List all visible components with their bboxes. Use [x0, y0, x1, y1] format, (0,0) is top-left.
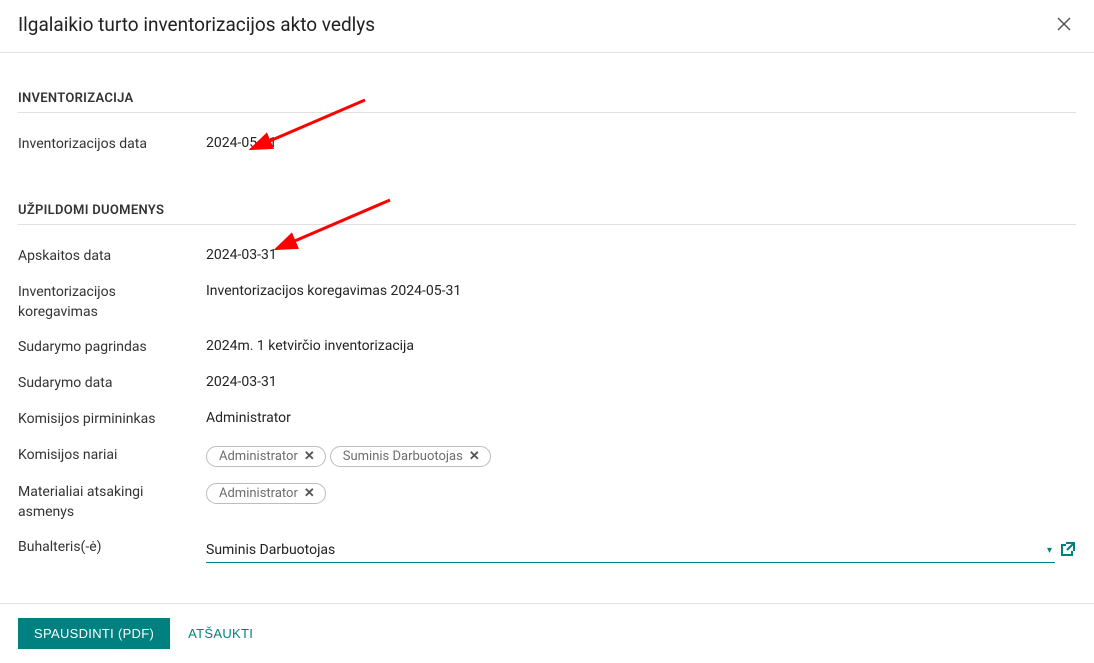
dialog-content: INVENTORIZACIJA Inventorizacijos data 20… [0, 53, 1094, 571]
label-accounting-date: Apskaitos data [18, 247, 206, 267]
tag-item[interactable]: Administrator ✕ [206, 483, 326, 504]
accountant-input[interactable]: Suminis Darbuotojas [206, 538, 1055, 563]
tag-item[interactable]: Administrator ✕ [206, 446, 326, 467]
row-responsible: Materialiai atsakingi asmenys Administra… [18, 475, 1076, 530]
tag-label: Administrator [219, 486, 298, 501]
label-basis: Sudarymo pagrindas [18, 338, 206, 358]
value-chair: Administrator [206, 410, 1076, 426]
dialog-footer: SPAUSDINTI (PDF) ATŠAUKTI [0, 603, 1094, 663]
value-creation-date: 2024-03-31 [206, 374, 1076, 390]
open-external-icon[interactable] [1060, 541, 1076, 561]
row-basis: Sudarymo pagrindas 2024m. 1 ketvirčio in… [18, 330, 1076, 366]
row-accounting-date: Apskaitos data 2024-03-31 [18, 239, 1076, 275]
tag-label: Suminis Darbuotojas [343, 449, 463, 464]
print-pdf-button[interactable]: SPAUSDINTI (PDF) [18, 618, 170, 649]
label-members: Komisijos nariai [18, 446, 206, 466]
label-responsible: Materialiai atsakingi asmenys [18, 483, 206, 522]
value-basis: 2024m. 1 ketvirčio inventorizacija [206, 338, 1076, 354]
section-heading-inventory: INVENTORIZACIJA [18, 53, 1076, 113]
row-accountant: Buhalteris(-ė) Suminis Darbuotojas ▾ [18, 530, 1076, 571]
value-correction: Inventorizacijos koregavimas 2024-05-31 [206, 283, 1076, 299]
label-inventory-date: Inventorizacijos data [18, 135, 206, 155]
tag-item[interactable]: Suminis Darbuotojas ✕ [330, 446, 491, 467]
row-correction: Inventorizacijos koregavimas Inventoriza… [18, 275, 1076, 330]
label-chair: Komisijos pirmininkas [18, 410, 206, 430]
cancel-button[interactable]: ATŠAUKTI [188, 626, 253, 641]
tag-label: Administrator [219, 449, 298, 464]
value-responsible[interactable]: Administrator ✕ [206, 483, 1076, 504]
row-chair: Komisijos pirmininkas Administrator [18, 402, 1076, 438]
dialog-header: Ilgalaikio turto inventorizacijos akto v… [0, 0, 1094, 53]
row-members: Komisijos nariai Administrator✕Suminis D… [18, 438, 1076, 475]
close-button[interactable] [1052, 12, 1076, 36]
value-members[interactable]: Administrator ✕ Suminis Darbuotojas ✕ [206, 446, 1076, 467]
tag-remove-icon[interactable]: ✕ [469, 449, 480, 464]
row-creation-date: Sudarymo data 2024-03-31 [18, 366, 1076, 402]
section-heading-filled: UŽPILDOMI DUOMENYS [18, 163, 1076, 225]
label-creation-date: Sudarymo data [18, 374, 206, 394]
value-inventory-date: 2024-05-31 [206, 135, 1076, 151]
accountant-lookup[interactable]: Suminis Darbuotojas ▾ [206, 538, 1076, 563]
close-icon [1056, 16, 1072, 32]
label-accountant: Buhalteris(-ė) [18, 538, 206, 558]
tag-remove-icon[interactable]: ✕ [304, 449, 315, 464]
tag-remove-icon[interactable]: ✕ [304, 486, 315, 501]
value-accounting-date: 2024-03-31 [206, 247, 1076, 263]
dialog-title: Ilgalaikio turto inventorizacijos akto v… [18, 13, 375, 36]
row-inventory-date: Inventorizacijos data 2024-05-31 [18, 127, 1076, 163]
label-correction: Inventorizacijos koregavimas [18, 283, 206, 322]
